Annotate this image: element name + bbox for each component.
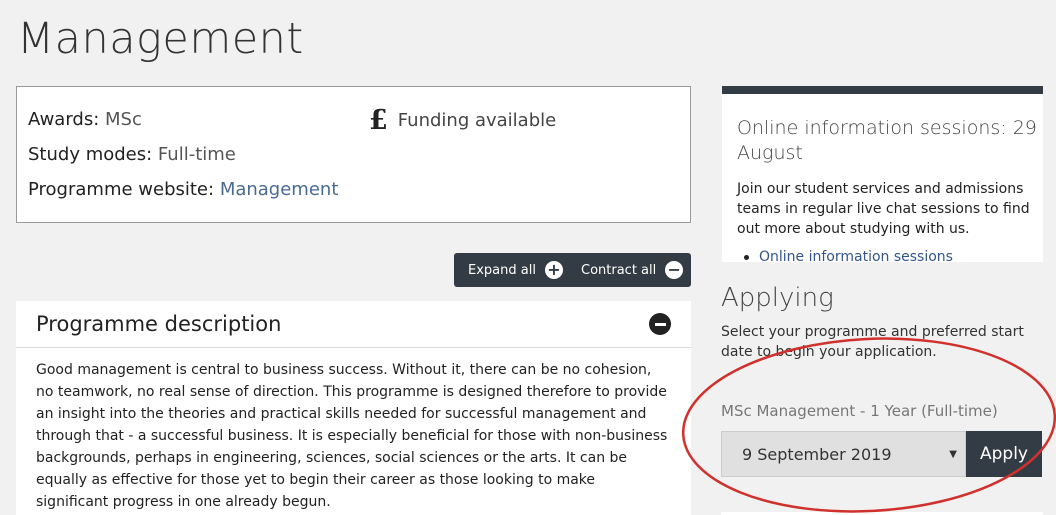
programme-website-label: Programme website: [28, 179, 215, 200]
study-modes-row: Study modes: Full-time [28, 144, 236, 165]
info-sessions-link[interactable]: Online information sessions [759, 249, 953, 265]
programme-description-header[interactable]: Programme description [16, 301, 691, 348]
programme-description-panel: Programme description Good management is… [16, 301, 691, 515]
applying-instructions: Select your programme and preferred star… [721, 324, 1024, 360]
awards-label: Awards: [28, 109, 100, 130]
study-modes-label: Study modes: [28, 144, 153, 165]
funding-text: Funding available [397, 110, 557, 131]
start-date-value: 9 September 2019 [742, 444, 892, 464]
awards-value: MSc [105, 109, 142, 130]
funding-info: £ Funding available [369, 105, 556, 136]
key-facts-box: Awards: MSc Study modes: Full-time Progr… [16, 86, 691, 223]
expand-all-button[interactable]: Expand all + [454, 253, 567, 287]
expand-all-label: Expand all [468, 262, 536, 278]
start-date-select[interactable]: 9 September 2019 ▼ [721, 431, 966, 477]
plus-circle-icon: + [544, 261, 563, 279]
pound-icon: £ [369, 105, 388, 136]
info-sessions-text: Join our student services and admissions… [737, 181, 1030, 237]
collapse-icon[interactable] [649, 313, 671, 335]
apply-button[interactable]: Apply [966, 431, 1042, 477]
contract-all-label: Contract all [581, 262, 657, 278]
programme-website-link[interactable]: Management [220, 179, 339, 200]
contract-all-button[interactable]: Contract all − [567, 253, 684, 287]
programme-description-title: Programme description [36, 312, 282, 336]
page-title: Management [17, 14, 304, 64]
applying-heading: Applying [721, 283, 834, 313]
minus-circle-icon: − [665, 261, 684, 279]
programme-website-row: Programme website: Management [28, 179, 338, 200]
info-sessions-card: Online information sessions: 29 August J… [722, 86, 1043, 265]
awards-row: Awards: MSc [28, 109, 142, 130]
dropdown-caret-icon: ▼ [949, 448, 957, 460]
info-sessions-list-item: Online information sessions [744, 249, 953, 265]
info-sessions-title: Online information sessions: 29 August [737, 117, 1037, 164]
expand-contract-bar: Expand all + Contract all − [454, 253, 691, 287]
bullet-icon [744, 254, 749, 260]
programme-option-label: MSc Management - 1 Year (Full-time) [721, 402, 998, 420]
study-modes-value: Full-time [157, 144, 236, 165]
programme-description-body: Good management is central to business s… [36, 362, 668, 510]
